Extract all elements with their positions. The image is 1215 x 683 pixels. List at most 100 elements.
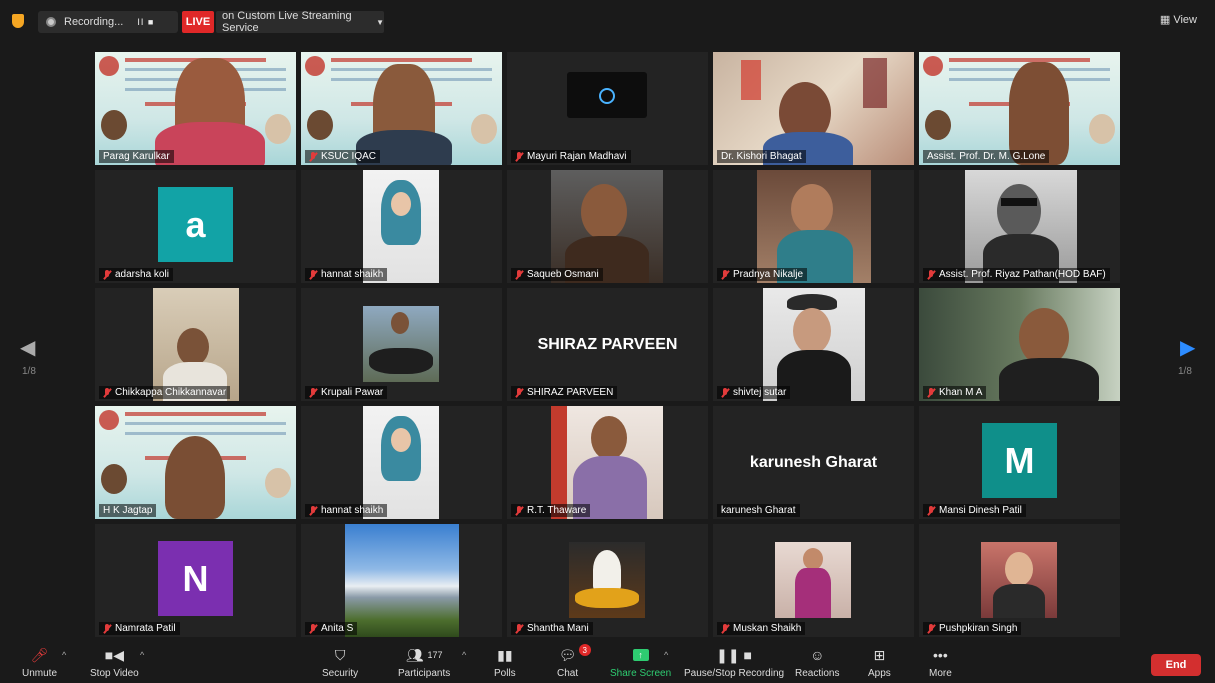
polls-button[interactable]: ▮▮ Polls bbox=[494, 646, 516, 680]
participant-tile[interactable]: karunesh Gharat karunesh Gharat bbox=[713, 406, 914, 519]
participant-tile[interactable]: Muskan Shaikh bbox=[713, 524, 914, 637]
participant-tile[interactable]: Saqueb Osmani bbox=[507, 170, 708, 283]
grid-view-icon: ▦ bbox=[1159, 14, 1171, 26]
guest-photo bbox=[101, 110, 127, 140]
profile-photo bbox=[363, 306, 439, 382]
stop-video-button[interactable]: ■◀ Stop Video bbox=[90, 646, 139, 680]
mic-muted-icon bbox=[721, 269, 729, 280]
participant-name: hannat shaikh bbox=[321, 505, 384, 516]
view-label: View bbox=[1173, 14, 1197, 26]
security-label: Security bbox=[322, 668, 359, 679]
more-label: More bbox=[929, 668, 952, 679]
participant-tile[interactable]: Parag Karulkar bbox=[95, 52, 296, 165]
recording-label: Recording... bbox=[64, 16, 124, 28]
participant-name-label: Saqueb Osmani bbox=[511, 268, 603, 281]
participant-face bbox=[391, 428, 411, 452]
more-button[interactable]: ••• More bbox=[929, 646, 952, 679]
participant-tile[interactable]: a adarsha koli bbox=[95, 170, 296, 283]
apps-label: Apps bbox=[868, 668, 891, 679]
security-button[interactable]: ⛉ Security bbox=[322, 646, 359, 680]
mic-muted-icon bbox=[927, 505, 935, 516]
participant-tile[interactable]: hannat shaikh bbox=[301, 406, 502, 519]
participant-tile[interactable]: H K Jagtap bbox=[95, 406, 296, 519]
live-service-label: on Custom Live Streaming Service bbox=[222, 10, 352, 34]
chat-button[interactable]: 💬︎ 3 Chat bbox=[557, 644, 591, 679]
participant-face bbox=[1005, 552, 1033, 586]
participant-tile[interactable]: KSUC IQAC bbox=[301, 52, 502, 165]
share-options-chevron-icon[interactable]: ^ bbox=[664, 650, 668, 660]
participant-face bbox=[391, 312, 409, 334]
view-button[interactable]: ▦ View bbox=[1160, 13, 1197, 26]
previous-page-arrow-icon[interactable]: ◀ bbox=[20, 335, 35, 360]
participant-name-label: Krupali Pawar bbox=[305, 386, 388, 399]
participant-tile[interactable]: Dr. Kishori Bhagat bbox=[713, 52, 914, 165]
participant-name: R.T. Thaware bbox=[527, 505, 587, 516]
participant-name-label: Shantha Mani bbox=[511, 622, 593, 635]
avatar: a bbox=[158, 187, 233, 262]
security-shield-icon[interactable] bbox=[12, 14, 24, 28]
participant-name-label: Pradnya Nikalje bbox=[717, 268, 808, 281]
participant-name: Dr. Kishori Bhagat bbox=[721, 151, 802, 162]
participant-name: KSUC IQAC bbox=[321, 151, 377, 162]
stop-video-label: Stop Video bbox=[90, 668, 139, 679]
pause-stop-recording-button[interactable]: ❚❚ ■ Pause/Stop Recording bbox=[684, 646, 784, 680]
participant-tile[interactable]: shivtej sutar bbox=[713, 288, 914, 401]
profile-photo bbox=[757, 170, 871, 283]
participant-tile[interactable]: Anita S bbox=[301, 524, 502, 637]
profile-photo bbox=[363, 170, 439, 283]
participant-tile-active-speaker[interactable]: Assist. Prof. Dr. M. G.Lone bbox=[919, 52, 1120, 165]
participant-name-label: Khan M A bbox=[923, 386, 987, 399]
profile-photo bbox=[569, 542, 645, 618]
participant-tile[interactable]: Chikkappa Chikkannavar bbox=[95, 288, 296, 401]
participants-options-chevron-icon[interactable]: ^ bbox=[462, 650, 466, 660]
participants-button[interactable]: 👥︎ 177 Participants bbox=[398, 646, 450, 680]
participant-count: 177 bbox=[427, 650, 443, 660]
participant-tile[interactable]: Pushpkiran Singh bbox=[919, 524, 1120, 637]
mic-muted-icon bbox=[309, 269, 317, 280]
reactions-button[interactable]: ☺ Reactions bbox=[795, 646, 839, 679]
unmute-button[interactable]: 🎤︎ Unmute bbox=[22, 646, 57, 680]
participant-tile[interactable]: M Mansi Dinesh Patil bbox=[919, 406, 1120, 519]
apps-icon: ⊞ bbox=[873, 646, 886, 663]
participant-dress bbox=[795, 568, 831, 618]
participant-tile[interactable]: Pradnya Nikalje bbox=[713, 170, 914, 283]
apps-button[interactable]: ⊞ Apps bbox=[868, 646, 891, 680]
participant-tile[interactable]: Krupali Pawar bbox=[301, 288, 502, 401]
participant-name-label: Parag Karulkar bbox=[99, 150, 174, 163]
participant-face bbox=[591, 416, 627, 460]
participant-name-label: Mansi Dinesh Patil bbox=[923, 504, 1026, 517]
video-options-chevron-icon[interactable]: ^ bbox=[140, 650, 144, 660]
mic-muted-icon bbox=[309, 623, 317, 634]
participant-tile[interactable]: Shantha Mani bbox=[507, 524, 708, 637]
participant-tile[interactable]: N Namrata Patil bbox=[95, 524, 296, 637]
chevron-down-icon: ▼ bbox=[376, 17, 384, 27]
profile-photo bbox=[981, 542, 1057, 618]
participant-face bbox=[803, 548, 823, 570]
banner-heading bbox=[125, 412, 266, 416]
participant-name-label: shivtej sutar bbox=[717, 386, 791, 399]
participant-face bbox=[997, 184, 1041, 238]
participant-tile[interactable]: SHIRAZ PARVEEN SHIRAZ PARVEEN bbox=[507, 288, 708, 401]
participant-tile[interactable]: Assist. Prof. Riyaz Pathan(HOD BAF) bbox=[919, 170, 1120, 283]
avatar: N bbox=[158, 541, 233, 616]
participant-name: adarsha koli bbox=[115, 269, 169, 280]
participant-name: Mayuri Rajan Madhavi bbox=[527, 151, 627, 162]
profile-photo bbox=[363, 406, 439, 519]
participant-tile[interactable]: Khan M A bbox=[919, 288, 1120, 401]
participant-name-label: Pushpkiran Singh bbox=[923, 622, 1022, 635]
share-screen-button[interactable]: ↑ Share Screen bbox=[610, 646, 671, 679]
recording-controls[interactable]: II ■ bbox=[137, 17, 154, 27]
recording-indicator[interactable]: Recording... II ■ bbox=[38, 11, 178, 33]
participant-name-label: Namrata Patil bbox=[99, 622, 180, 635]
mic-muted-icon bbox=[309, 387, 317, 398]
end-meeting-button[interactable]: End bbox=[1151, 654, 1201, 676]
next-page-arrow-icon[interactable]: ▶ bbox=[1180, 335, 1195, 360]
live-service-dropdown[interactable]: on Custom Live Streaming Service ▼ bbox=[216, 10, 384, 34]
audio-options-chevron-icon[interactable]: ^ bbox=[62, 650, 66, 660]
participant-tile[interactable]: R.T. Thaware bbox=[507, 406, 708, 519]
guest-photo bbox=[925, 110, 951, 140]
mic-muted-icon bbox=[927, 269, 935, 280]
participant-tile[interactable]: hannat shaikh bbox=[301, 170, 502, 283]
participant-tile[interactable]: Mayuri Rajan Madhavi bbox=[507, 52, 708, 165]
participant-face bbox=[581, 184, 627, 240]
